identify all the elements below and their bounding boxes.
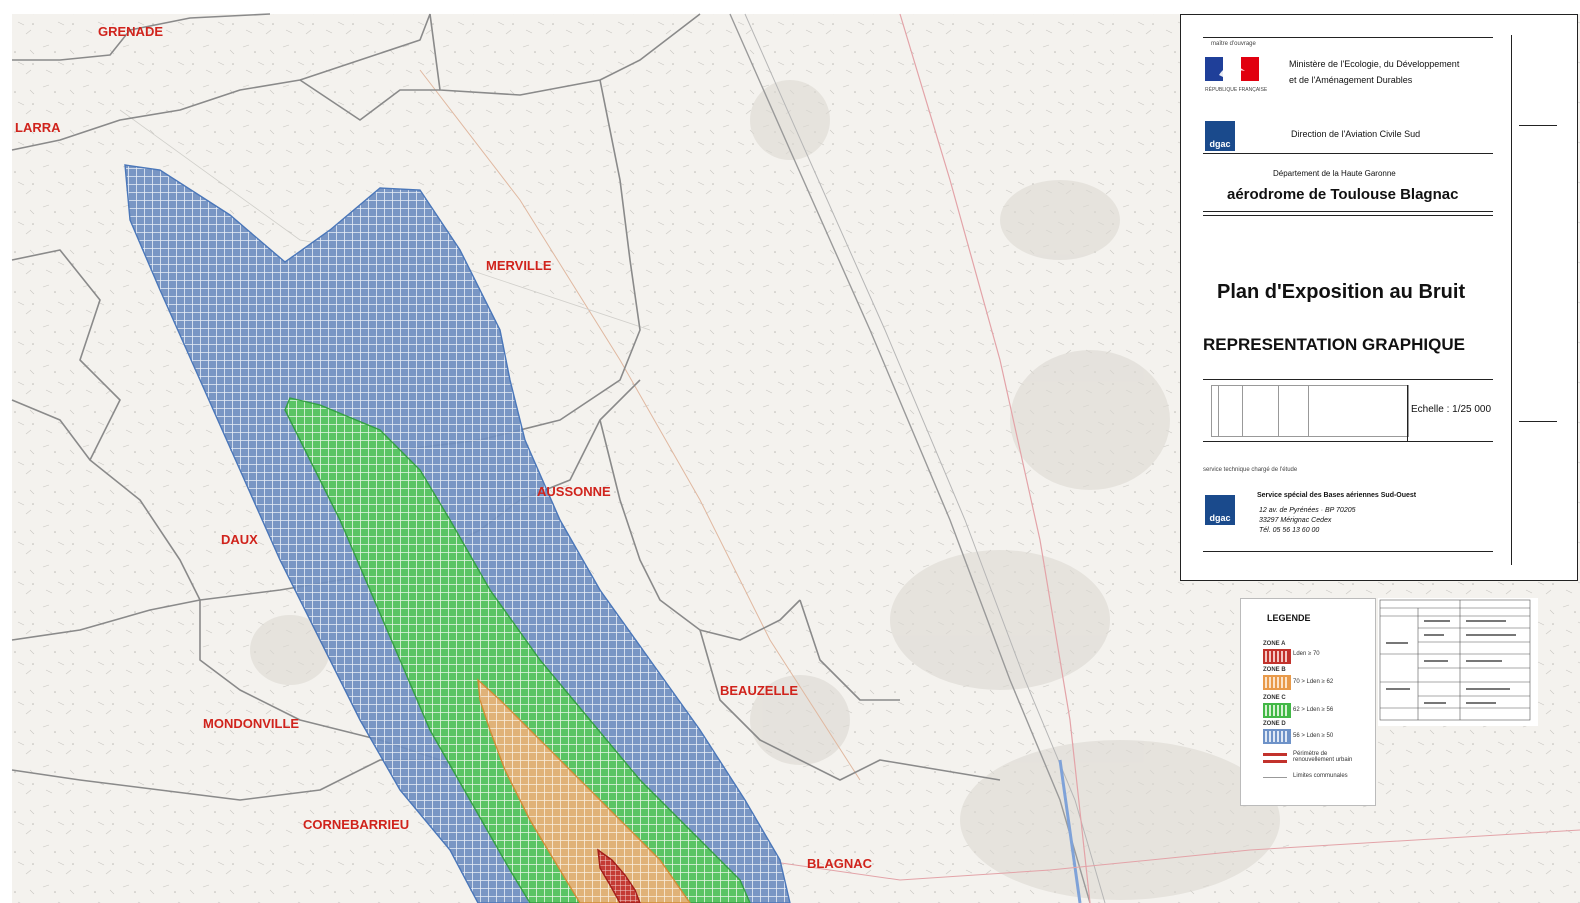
legend-zone-a-text: Lden ≥ 70 xyxy=(1293,651,1320,657)
map-top-margin xyxy=(0,0,1580,14)
commune-label-daux: DAUX xyxy=(221,532,258,547)
representation-title: REPRESENTATION GRAPHIQUE xyxy=(1203,335,1465,354)
legend-zone-c-swatch xyxy=(1263,703,1291,718)
cartouche-side-divider xyxy=(1511,35,1512,565)
service-name: Service spécial des Bases aériennes Sud-… xyxy=(1257,492,1417,499)
commune-label-merville: MERVILLE xyxy=(486,258,552,273)
revision-table xyxy=(1211,385,1409,437)
commune-label-larra: LARRA xyxy=(15,120,61,135)
legend-zone-b-text: 70 > Lden ≥ 62 xyxy=(1293,679,1334,685)
aerodrome-label: aérodrome de Toulouse Blagnac xyxy=(1227,186,1459,203)
commune-label-cornebarrieu: CORNEBARRIEU xyxy=(303,817,410,832)
legend-zone-d-swatch xyxy=(1263,729,1291,744)
direction-label: Direction de l'Aviation Civile Sud xyxy=(1291,129,1421,139)
legend-zone-d-text: 56 > Lden ≥ 50 xyxy=(1293,733,1334,739)
legend-zone-b-label: ZONE B xyxy=(1263,667,1286,673)
republique-text: RÉPUBLIQUE FRANÇAISE xyxy=(1205,87,1268,93)
dgac-logo-2-text: dgac xyxy=(1209,513,1231,523)
plan-title: Plan d'Exposition au Bruit xyxy=(1217,281,1466,303)
divider xyxy=(1203,215,1493,216)
dgac-logo-text: dgac xyxy=(1209,139,1231,149)
address-line3: Tél. 05 56 13 60 00 xyxy=(1259,527,1320,534)
commune-label-aussonne: AUSSONNE xyxy=(537,484,611,499)
dgac-logo-2-icon: dgac xyxy=(1205,495,1235,525)
legend-zone-c-label: ZONE C xyxy=(1263,695,1286,701)
legend-title: LEGENDE xyxy=(1267,613,1311,623)
divider xyxy=(1203,551,1493,552)
ministere-line1: Ministère de l'Ecologie, du Développemen… xyxy=(1289,59,1460,69)
legend-zone-c-text: 62 > Lden ≥ 56 xyxy=(1293,707,1334,713)
legend-limites-swatch xyxy=(1263,777,1287,779)
map-legend: LEGENDE ZONE A Lden ≥ 70 ZONE B 70 > Lde… xyxy=(1240,598,1376,806)
legend-detail-table xyxy=(1378,598,1538,726)
title-block: maître d'ouvrage RÉPUBLIQUE FRANÇAISE Mi… xyxy=(1180,14,1578,581)
divider xyxy=(1519,125,1557,126)
commune-label-beauzelle: BEAUZELLE xyxy=(720,683,798,698)
divider xyxy=(1203,379,1493,380)
legend-zone-a-swatch xyxy=(1263,649,1291,664)
map-frame-margin xyxy=(0,0,12,903)
service-technique-label: service technique chargé de l'étude xyxy=(1203,467,1298,473)
legend-zone-d-label: ZONE D xyxy=(1263,721,1286,727)
divider xyxy=(1407,385,1408,441)
commune-label-grenade: GRENADE xyxy=(98,24,164,39)
address-line1: 12 av. de Pyrénées · BP 70205 xyxy=(1259,507,1356,514)
ministere-line2: et de l'Aménagement Durables xyxy=(1289,75,1413,85)
address-line2: 33297 Mérignac Cedex xyxy=(1259,517,1332,524)
legend-zone-b-swatch xyxy=(1263,675,1291,690)
divider xyxy=(1203,37,1493,38)
legend-zone-a-label: ZONE A xyxy=(1263,641,1286,647)
scale-label: Echelle : 1/25 000 xyxy=(1411,404,1492,415)
legend-perimetre-text: Périmètre de renouvellement urbain xyxy=(1293,751,1353,763)
divider xyxy=(1519,421,1557,422)
commune-label-mondonville: MONDONVILLE xyxy=(203,716,300,731)
commune-label-blagnac: BLAGNAC xyxy=(807,856,872,871)
legend-limites-text: Limites communales xyxy=(1293,773,1348,779)
departement-label: Département de la Haute Garonne xyxy=(1273,169,1396,178)
divider xyxy=(1203,153,1493,154)
legend-perimetre-swatch xyxy=(1263,753,1287,763)
divider xyxy=(1203,441,1493,442)
republique-francaise-logo xyxy=(1205,57,1259,81)
divider xyxy=(1203,211,1493,212)
maitre-ouvrage-label: maître d'ouvrage xyxy=(1211,41,1256,47)
dgac-logo-icon: dgac xyxy=(1205,121,1235,151)
